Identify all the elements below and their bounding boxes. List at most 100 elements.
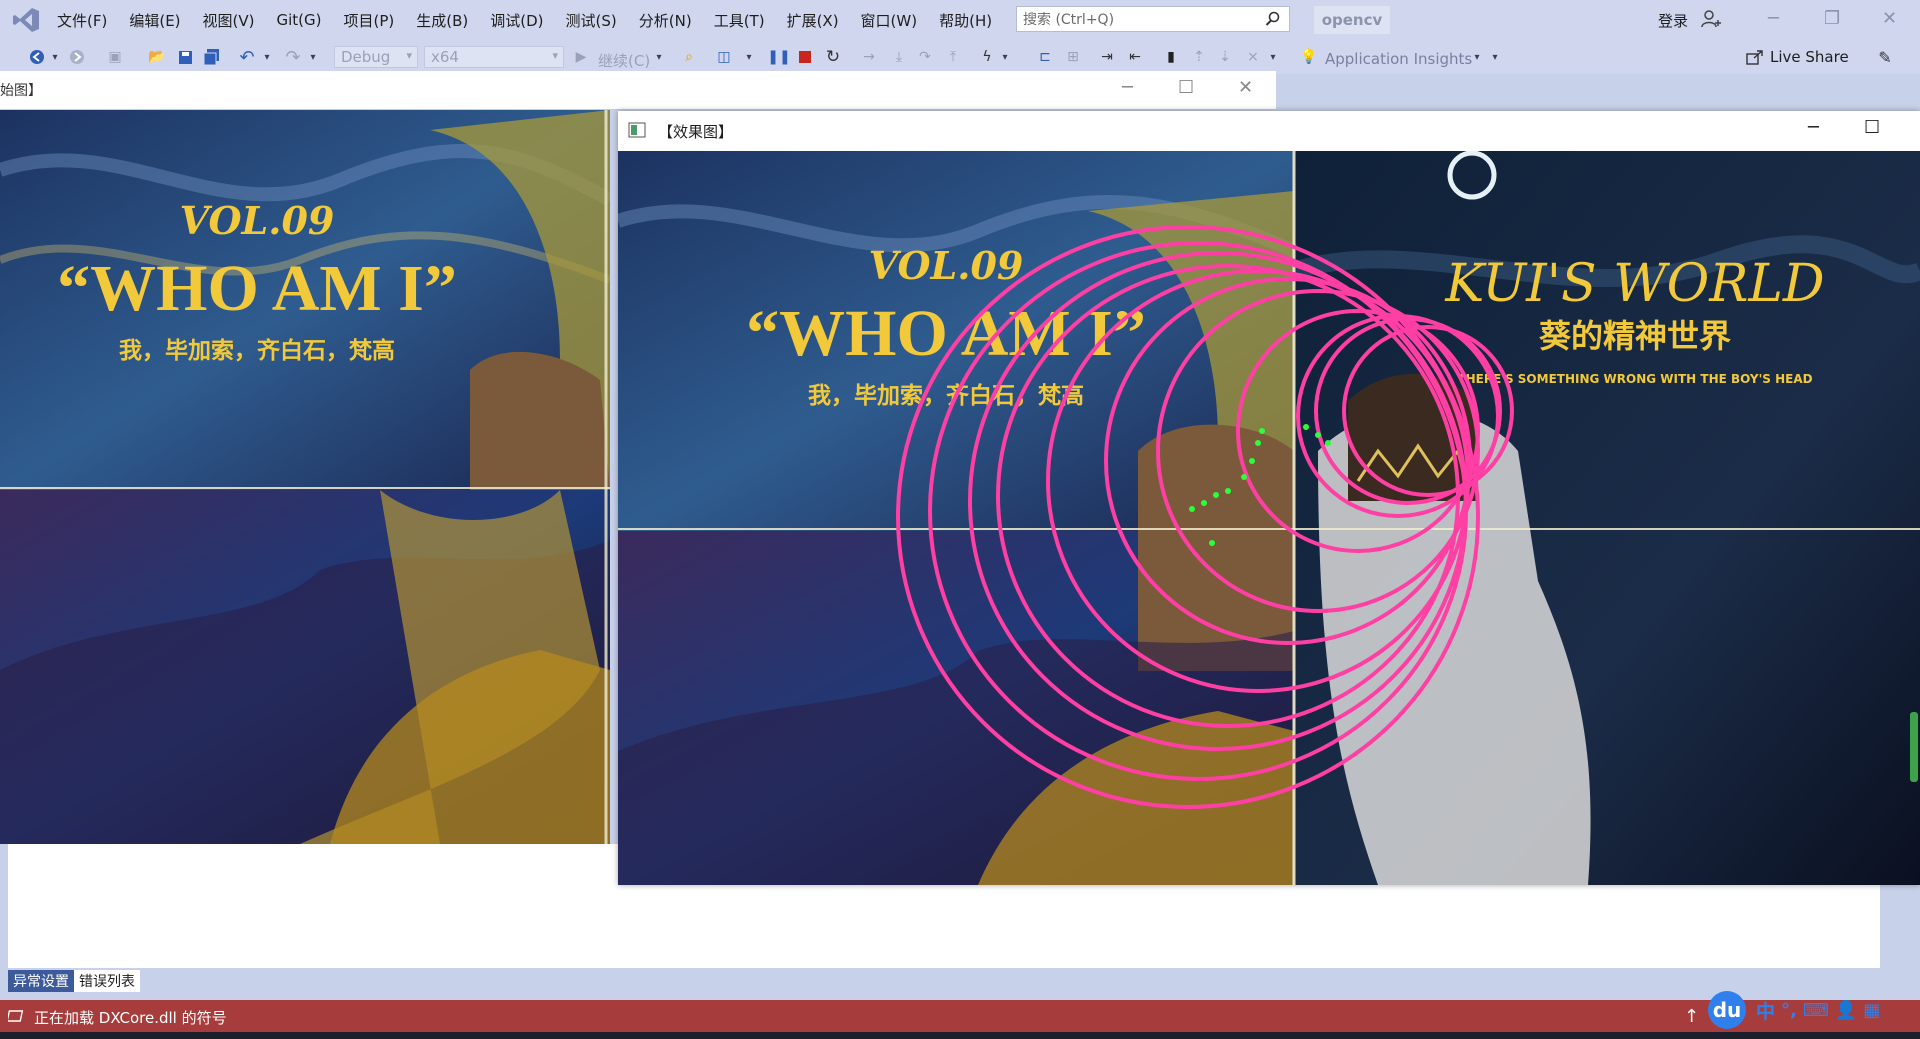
menu-help[interactable]: 帮助(H) bbox=[939, 10, 992, 31]
effect-window-title: 【效果图】 bbox=[658, 123, 734, 141]
solution-name-badge: opencv bbox=[1314, 6, 1390, 34]
new-project-icon[interactable]: ▣ bbox=[106, 48, 124, 66]
redo-dropdown-icon[interactable]: ▾ bbox=[308, 48, 318, 66]
stop-icon[interactable] bbox=[798, 48, 812, 66]
menu-bar: 文件(F) 编辑(E) 视图(V) Git(G) 项目(P) 生成(B) 调试(… bbox=[0, 0, 1920, 40]
browse-icon[interactable]: ⌕ bbox=[680, 48, 698, 66]
menu-test[interactable]: 测试(S) bbox=[566, 10, 617, 31]
login-link[interactable]: 登录 bbox=[1658, 10, 1688, 31]
standard-toolbar: ▾ ▣ 📂 ↶ ▾ ↷ ▾ Debug ▾ x64 ▾ ▶ 继续(C) ▾ ⌕ ◫ … bbox=[0, 40, 1920, 74]
step-out-icon[interactable]: ⤒ bbox=[944, 48, 962, 66]
menu-analyze[interactable]: 分析(N) bbox=[639, 10, 692, 31]
tab-error-list[interactable]: 错误列表 bbox=[74, 970, 140, 992]
screenshot-dropdown-icon[interactable]: ▾ bbox=[744, 48, 754, 66]
save-icon[interactable] bbox=[176, 48, 194, 66]
continue-button[interactable]: 继续(C) bbox=[598, 50, 650, 71]
minimize-icon[interactable]: ─ bbox=[1122, 77, 1133, 98]
platform-select[interactable]: x64 ▾ bbox=[424, 46, 564, 68]
feedback-icon[interactable]: ✎ bbox=[1876, 48, 1894, 67]
menu-build[interactable]: 生成(B) bbox=[416, 10, 468, 31]
restore-icon[interactable]: ❐ bbox=[1824, 8, 1840, 29]
lightbulb-icon[interactable]: 💡 bbox=[1300, 48, 1317, 66]
search-input[interactable]: 搜索 (Ctrl+Q) bbox=[1016, 6, 1290, 32]
undo-dropdown-icon[interactable]: ▾ bbox=[262, 48, 272, 66]
back-icon[interactable] bbox=[28, 48, 46, 66]
insights-dropdown-icon[interactable]: ▾ bbox=[1472, 48, 1482, 66]
menu-edit[interactable]: 编辑(E) bbox=[129, 10, 180, 31]
effect-image-window: 【效果图】 ─ ☐ VOL.09 “WHO AM I” 我，毕加索，齐白石，梵高… bbox=[618, 111, 1920, 885]
restart-icon[interactable]: ↻ bbox=[824, 47, 842, 67]
menu-file[interactable]: 文件(F) bbox=[57, 10, 107, 31]
outdent-icon[interactable]: ⇤ bbox=[1126, 48, 1144, 66]
effect-right-tagline: THERE'S SOMETHING WRONG WITH THE BOY'S H… bbox=[1457, 372, 1812, 386]
show-next-statement-icon[interactable]: → bbox=[860, 48, 878, 66]
publish-arrow-icon[interactable]: ↑ bbox=[1684, 1006, 1699, 1027]
save-all-icon[interactable] bbox=[202, 48, 220, 66]
undo-icon[interactable]: ↶ bbox=[238, 47, 256, 68]
thread-icon[interactable]: ⊏ bbox=[1036, 48, 1054, 66]
scroll-indicator[interactable] bbox=[1910, 712, 1918, 782]
menu-debug[interactable]: 调试(D) bbox=[490, 10, 543, 31]
taskbar bbox=[0, 1032, 1920, 1039]
redo-icon[interactable]: ↷ bbox=[284, 47, 302, 68]
menu-project[interactable]: 项目(P) bbox=[344, 10, 395, 31]
system-tray: du 中 °, ⌨ 👤 ▦ bbox=[1708, 991, 1880, 1029]
menu-tools[interactable]: 工具(T) bbox=[714, 10, 765, 31]
original-image-window-titlebar: 始图】 ─ ☐ ✕ bbox=[0, 71, 1276, 110]
forward-icon[interactable] bbox=[68, 48, 86, 66]
chevron-down-icon: ▾ bbox=[406, 49, 412, 62]
share-icon bbox=[1746, 50, 1763, 65]
indent-icon[interactable]: ⇥ bbox=[1098, 48, 1116, 66]
menu-extensions[interactable]: 扩展(X) bbox=[787, 10, 839, 31]
keyboard-icon[interactable]: ⌨ bbox=[1803, 1000, 1829, 1021]
ime-user-icon[interactable]: 👤 bbox=[1835, 1000, 1857, 1021]
tab-exception-settings[interactable]: 异常设置 bbox=[8, 970, 74, 992]
hot-reload-icon[interactable]: ϟ bbox=[978, 48, 996, 66]
open-folder-icon[interactable]: 📂 bbox=[148, 48, 166, 66]
step-into-icon[interactable]: ⤓ bbox=[890, 48, 908, 66]
bookmark-icon[interactable]: ▮ bbox=[1162, 48, 1180, 66]
effect-right-title: KUI'S WORLD bbox=[1444, 254, 1824, 314]
bottom-tab-strip: 异常设置 错误列表 bbox=[8, 970, 140, 992]
effect-window-titlebar: 【效果图】 ─ ☐ bbox=[618, 111, 1920, 149]
hot-reload-dropdown-icon[interactable]: ▾ bbox=[1000, 48, 1010, 66]
minimize-icon[interactable]: ─ bbox=[1768, 8, 1779, 29]
search-icon bbox=[1265, 11, 1280, 26]
back-dropdown-icon[interactable]: ▾ bbox=[50, 48, 60, 66]
close-icon[interactable]: ✕ bbox=[1882, 8, 1897, 29]
bookmark-dropdown-icon[interactable]: ▾ bbox=[1268, 48, 1278, 66]
prev-bookmark-icon[interactable]: ⇡ bbox=[1190, 48, 1208, 66]
live-share-button[interactable]: Live Share bbox=[1746, 48, 1849, 66]
continue-dropdown-icon[interactable]: ▾ bbox=[654, 48, 664, 66]
play-icon[interactable]: ▶ bbox=[574, 48, 588, 66]
original-subtitle-text: 我，毕加索，齐白石，梵高 bbox=[119, 337, 395, 364]
maximize-icon[interactable]: ☐ bbox=[1178, 77, 1194, 98]
maximize-icon[interactable]: ☐ bbox=[1864, 117, 1880, 138]
application-insights-button[interactable]: Application Insights bbox=[1325, 50, 1472, 68]
original-image: VOL.09 “WHO AM I” 我，毕加索，齐白石，梵高 bbox=[0, 110, 610, 844]
next-bookmark-icon[interactable]: ⇣ bbox=[1216, 48, 1234, 66]
effect-right-cn: 葵的精神世界 bbox=[1539, 317, 1731, 355]
baidu-input-icon[interactable]: du bbox=[1708, 991, 1746, 1029]
toolbar-overflow-icon[interactable]: ▾ bbox=[1490, 48, 1500, 66]
effect-subtitle-text: 我，毕加索，齐白石，梵高 bbox=[808, 382, 1084, 409]
menu-git[interactable]: Git(G) bbox=[277, 11, 322, 29]
menu-window[interactable]: 窗口(W) bbox=[861, 10, 918, 31]
stack-frame-icon[interactable]: ⊞ bbox=[1064, 48, 1082, 66]
ime-language-indicator[interactable]: 中 bbox=[1756, 997, 1775, 1024]
ime-toolbox-icon[interactable]: ▦ bbox=[1863, 1000, 1880, 1021]
pause-icon[interactable]: ❚❚ bbox=[767, 48, 790, 66]
window-app-icon bbox=[628, 122, 646, 138]
clear-bookmarks-icon[interactable]: ⨯ bbox=[1244, 48, 1262, 66]
step-over-icon[interactable]: ↷ bbox=[916, 48, 934, 66]
original-window-title: 始图】 bbox=[0, 83, 42, 99]
punctuation-icon[interactable]: °, bbox=[1781, 1000, 1797, 1021]
configuration-select[interactable]: Debug ▾ bbox=[334, 46, 418, 68]
screenshot-icon[interactable]: ◫ bbox=[714, 48, 734, 66]
add-user-icon[interactable] bbox=[1700, 8, 1722, 30]
close-icon[interactable]: ✕ bbox=[1238, 77, 1253, 98]
effect-image-canvas: VOL.09 “WHO AM I” 我，毕加索，齐白石，梵高 KUI'S WOR… bbox=[618, 151, 1920, 885]
visual-studio-logo-icon bbox=[13, 8, 39, 32]
menu-view[interactable]: 视图(V) bbox=[203, 10, 255, 31]
minimize-icon[interactable]: ─ bbox=[1808, 117, 1819, 138]
